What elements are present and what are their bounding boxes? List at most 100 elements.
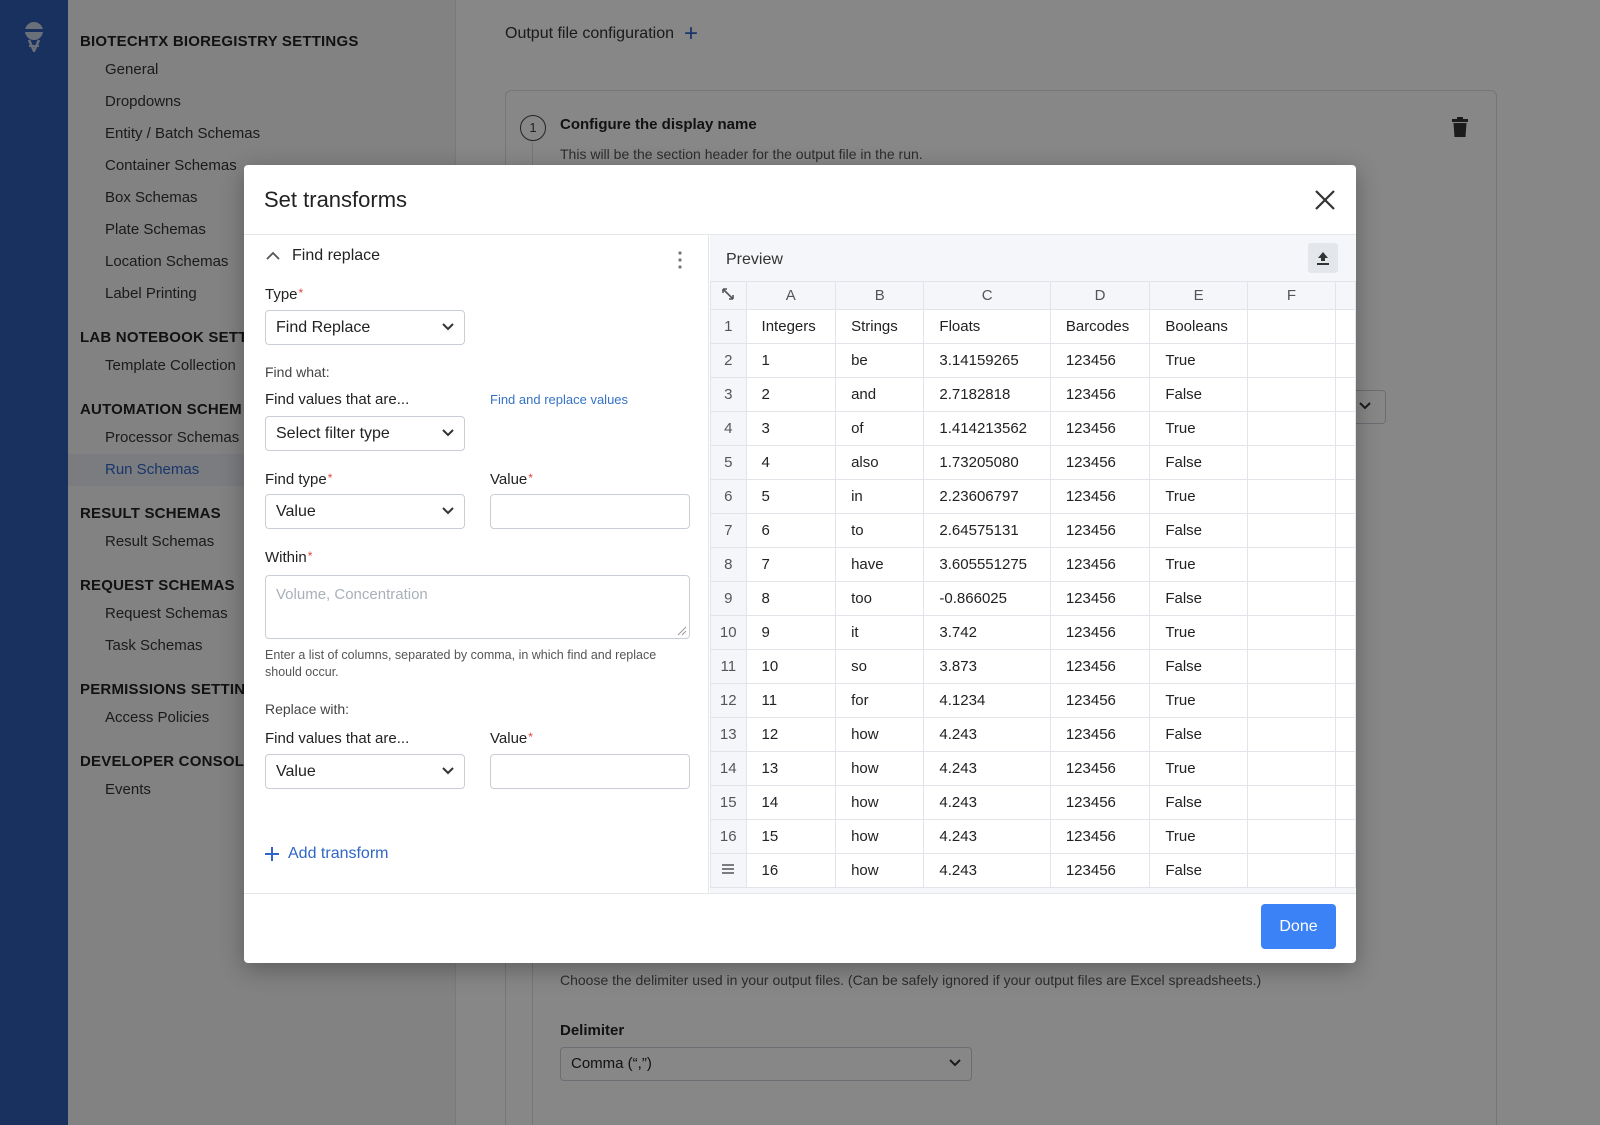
grid-cell[interactable] bbox=[1246, 411, 1337, 446]
grid-cell[interactable] bbox=[1246, 819, 1337, 854]
grid-cell[interactable]: 123456 bbox=[1049, 819, 1151, 854]
grid-cell[interactable] bbox=[1246, 309, 1337, 344]
grid-cell[interactable]: False bbox=[1149, 445, 1248, 480]
grid-cell[interactable]: True bbox=[1149, 615, 1248, 650]
grid-cell[interactable] bbox=[1246, 479, 1337, 514]
grid-cell[interactable] bbox=[1246, 547, 1337, 582]
row-number[interactable]: 11 bbox=[710, 649, 747, 684]
grid-cell[interactable]: 4.243 bbox=[923, 819, 1051, 854]
grid-cell[interactable]: 123456 bbox=[1049, 649, 1151, 684]
grid-cell[interactable] bbox=[1246, 343, 1337, 378]
row-number[interactable]: 6 bbox=[710, 479, 747, 514]
replace-type-select[interactable]: Value bbox=[265, 754, 465, 789]
grid-cell[interactable]: 123456 bbox=[1049, 343, 1151, 378]
grid-cell[interactable]: 4 bbox=[745, 445, 837, 480]
grid-cell[interactable] bbox=[1246, 751, 1337, 786]
row-number[interactable]: 9 bbox=[710, 581, 747, 616]
grid-cell[interactable]: -0.866025 bbox=[923, 581, 1051, 616]
grid-cell[interactable]: how bbox=[835, 853, 925, 888]
grid-cell[interactable]: 123456 bbox=[1049, 853, 1151, 888]
grid-cell[interactable] bbox=[1246, 445, 1337, 480]
grid-cell[interactable]: True bbox=[1149, 819, 1248, 854]
grid-cell[interactable]: Booleans bbox=[1149, 309, 1248, 344]
grid-cell[interactable]: 3.873 bbox=[923, 649, 1051, 684]
grid-cell[interactable]: False bbox=[1149, 377, 1248, 412]
row-number[interactable]: 2 bbox=[710, 343, 747, 378]
grid-cell[interactable]: how bbox=[835, 785, 925, 820]
grid-cell[interactable]: how bbox=[835, 751, 925, 786]
grid-cell[interactable]: 4.243 bbox=[923, 751, 1051, 786]
replace-value-input[interactable] bbox=[490, 754, 690, 789]
grid-cell[interactable]: how bbox=[835, 819, 925, 854]
grid-cell[interactable] bbox=[1246, 615, 1337, 650]
grid-cell[interactable]: 16 bbox=[745, 853, 837, 888]
grid-cell[interactable]: 123456 bbox=[1049, 751, 1151, 786]
row-number[interactable]: 15 bbox=[710, 785, 747, 820]
kebab-menu-icon[interactable] bbox=[678, 251, 682, 269]
grid-cell[interactable] bbox=[1246, 377, 1337, 412]
grid-cell[interactable]: True bbox=[1149, 343, 1248, 378]
grid-cell[interactable]: Floats bbox=[923, 309, 1051, 344]
grid-cell[interactable]: True bbox=[1149, 683, 1248, 718]
grid-cell[interactable]: True bbox=[1149, 479, 1248, 514]
grid-cell[interactable]: 1.414213562 bbox=[923, 411, 1051, 446]
transform-collapse-toggle[interactable]: Find replace bbox=[266, 247, 380, 265]
grid-cell[interactable]: False bbox=[1149, 717, 1248, 752]
row-number[interactable]: 5 bbox=[710, 445, 747, 480]
resize-handle-icon[interactable] bbox=[677, 626, 687, 636]
column-header[interactable]: B bbox=[835, 281, 925, 310]
grid-cell[interactable]: 12 bbox=[745, 717, 837, 752]
grid-cell[interactable] bbox=[1246, 785, 1337, 820]
done-button[interactable]: Done bbox=[1261, 904, 1336, 949]
grid-cell[interactable]: 2.23606797 bbox=[923, 479, 1051, 514]
grid-cell[interactable]: 14 bbox=[745, 785, 837, 820]
grid-cell[interactable]: 4.243 bbox=[923, 717, 1051, 752]
grid-cell[interactable]: 123456 bbox=[1049, 615, 1151, 650]
column-header[interactable]: A bbox=[745, 281, 837, 310]
grid-cell[interactable]: 123456 bbox=[1049, 683, 1151, 718]
grid-cell[interactable] bbox=[1246, 581, 1337, 616]
row-number[interactable]: 7 bbox=[710, 513, 747, 548]
grid-cell[interactable]: 123456 bbox=[1049, 513, 1151, 548]
grid-cell[interactable]: False bbox=[1149, 581, 1248, 616]
grid-cell[interactable]: it bbox=[835, 615, 925, 650]
grid-cell[interactable]: 123456 bbox=[1049, 411, 1151, 446]
grid-cell[interactable]: be bbox=[835, 343, 925, 378]
row-number[interactable]: 3 bbox=[710, 377, 747, 412]
grid-cell[interactable] bbox=[1246, 513, 1337, 548]
grid-cell[interactable] bbox=[1246, 853, 1337, 888]
close-icon[interactable] bbox=[1312, 187, 1338, 213]
grid-cell[interactable]: 4.243 bbox=[923, 785, 1051, 820]
add-transform-button[interactable]: Add transform bbox=[264, 845, 388, 863]
grid-cell[interactable] bbox=[1246, 649, 1337, 684]
drag-handle-icon[interactable] bbox=[710, 853, 747, 888]
grid-cell[interactable]: for bbox=[835, 683, 925, 718]
grid-cell[interactable]: Strings bbox=[835, 309, 925, 344]
grid-cell[interactable]: 13 bbox=[745, 751, 837, 786]
row-number[interactable]: 1 bbox=[710, 309, 747, 344]
grid-cell[interactable]: how bbox=[835, 717, 925, 752]
grid-cell[interactable]: 7 bbox=[745, 547, 837, 582]
grid-cell[interactable] bbox=[1246, 683, 1337, 718]
column-header[interactable]: C bbox=[923, 281, 1051, 310]
row-number[interactable]: 8 bbox=[710, 547, 747, 582]
within-textarea[interactable]: Volume, Concentration bbox=[265, 575, 690, 639]
grid-cell[interactable]: False bbox=[1149, 785, 1248, 820]
type-select[interactable]: Find Replace bbox=[265, 310, 465, 345]
grid-cell[interactable]: 9 bbox=[745, 615, 837, 650]
filter-type-select[interactable]: Select filter type bbox=[265, 416, 465, 451]
column-header[interactable]: D bbox=[1049, 281, 1151, 310]
grid-cell[interactable]: 1 bbox=[745, 343, 837, 378]
grid-cell[interactable]: 123456 bbox=[1049, 445, 1151, 480]
row-number[interactable]: 14 bbox=[710, 751, 747, 786]
grid-cell[interactable]: 4.243 bbox=[923, 853, 1051, 888]
grid-cell[interactable]: 123456 bbox=[1049, 479, 1151, 514]
grid-cell[interactable]: 123456 bbox=[1049, 581, 1151, 616]
grid-cell[interactable]: 123456 bbox=[1049, 377, 1151, 412]
grid-cell[interactable]: 5 bbox=[745, 479, 837, 514]
grid-cell[interactable] bbox=[1246, 717, 1337, 752]
grid-cell[interactable]: 15 bbox=[745, 819, 837, 854]
grid-cell[interactable]: 123456 bbox=[1049, 785, 1151, 820]
grid-cell[interactable]: 11 bbox=[745, 683, 837, 718]
export-button[interactable] bbox=[1308, 243, 1338, 273]
